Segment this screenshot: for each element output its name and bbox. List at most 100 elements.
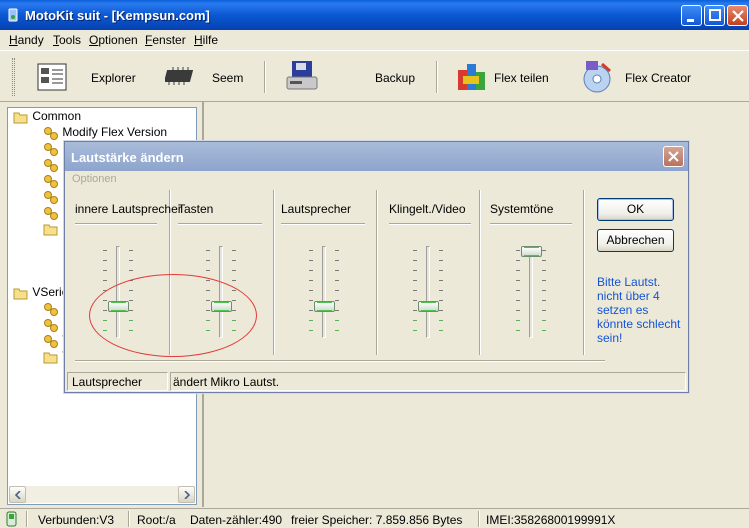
cancel-button[interactable]: Abbrechen (597, 229, 674, 252)
slider-tick (542, 290, 546, 291)
slider-tick (309, 260, 313, 261)
slider-tick (516, 310, 520, 311)
tree-node-common[interactable]: Common (13, 109, 81, 125)
menu-tools[interactable]: Tools (53, 33, 81, 47)
slider-tick (439, 320, 443, 321)
slider-tick (542, 310, 546, 311)
maximize-button[interactable] (704, 5, 725, 26)
menu-hilfe[interactable]: Hilfe (194, 33, 218, 47)
slider-track[interactable] (426, 246, 430, 338)
close-button[interactable] (727, 5, 748, 26)
status-root: Root:/a (137, 513, 176, 527)
volume-dialog: Lautstärke ändern Optionen innere Lautsp… (64, 141, 689, 393)
connection-icon (6, 511, 17, 527)
flex-share-icon[interactable] (455, 60, 489, 94)
chip-icon[interactable] (165, 63, 199, 89)
dialog-separator (75, 360, 605, 362)
slider-tick (516, 270, 520, 271)
slider-tick (103, 260, 107, 261)
slider-track[interactable] (322, 246, 326, 338)
slider-tick (335, 290, 339, 291)
scroll-left-button[interactable] (9, 486, 26, 503)
status-free-memory: freier Speicher: 7.859.856 Bytes (291, 513, 463, 527)
gears-icon (44, 174, 58, 188)
slider-tick (413, 300, 417, 301)
backup-label[interactable]: Backup (375, 71, 415, 85)
menu-optionen[interactable]: Optionen (89, 33, 138, 47)
slider-tick (413, 320, 417, 321)
slider-tick (516, 300, 520, 301)
seem-label[interactable]: Seem (212, 71, 243, 85)
flex-creator-label[interactable]: Flex Creator (625, 71, 691, 85)
slider-tick (232, 280, 236, 281)
slider-tick (413, 260, 417, 261)
slider-tick (335, 300, 339, 301)
menu-handy[interactable]: Handy (9, 33, 44, 47)
status-bar: Verbunden:V3 Root:/a Daten-zähler:490 fr… (0, 508, 749, 528)
slider-tick (335, 310, 339, 311)
slider-tick (439, 280, 443, 281)
tree-item-modify-flex[interactable]: Modify Flex Version (43, 125, 167, 141)
slider-tick (439, 260, 443, 261)
horizontal-scrollbar[interactable] (9, 486, 195, 503)
label-underline (281, 223, 365, 225)
flex-teilen-label[interactable]: Flex teilen (494, 71, 549, 85)
slider-thumb[interactable] (314, 301, 335, 312)
folder-icon (43, 224, 58, 236)
annotation-ellipse (89, 274, 257, 357)
close-icon (732, 10, 744, 22)
slider-thumb[interactable] (521, 246, 542, 257)
dialog-title-bar[interactable]: Lautstärke ändern (65, 142, 688, 171)
folder-icon (43, 352, 58, 364)
slider-tick (309, 300, 313, 301)
toolbar-separator-2 (436, 61, 438, 93)
slider-tick (335, 330, 339, 331)
explorer-label[interactable]: Explorer (91, 71, 136, 85)
slider-tick (232, 260, 236, 261)
flex-creator-icon[interactable] (580, 59, 614, 95)
warning-hint: Bitte Lautst. nicht über 4 setzen es kön… (597, 275, 681, 345)
slider-tick (103, 280, 107, 281)
slider-tick (129, 260, 133, 261)
gears-icon (44, 334, 58, 348)
slider-tick (309, 330, 313, 331)
slider-tick (413, 280, 417, 281)
slider-tick (309, 270, 313, 271)
slider-tick (439, 330, 443, 331)
slider-tick (335, 270, 339, 271)
slider-tick (309, 310, 313, 311)
tree-node-vseries[interactable]: VSerie (13, 285, 68, 301)
dialog-menu-optionen[interactable]: Optionen (72, 173, 117, 185)
chevron-left-icon (14, 491, 21, 499)
channel-label-system: Systemtöne (490, 202, 554, 216)
slider-tick (439, 310, 443, 311)
chevron-right-icon (184, 491, 191, 499)
folder-open-icon (13, 112, 28, 124)
slider-tick (103, 270, 107, 271)
slider-tick (516, 280, 520, 281)
slider-tick (542, 300, 546, 301)
dialog-status-bar: Lautsprecher ändert Mikro Lautst. (67, 372, 686, 391)
channel-label-keys: Tasten (178, 202, 214, 216)
slider-tick (439, 290, 443, 291)
gears-icon (44, 126, 58, 140)
toolbar-grip[interactable] (12, 58, 15, 96)
ok-button[interactable]: OK (597, 198, 674, 221)
slider-tick (542, 320, 546, 321)
dialog-close-button[interactable] (663, 146, 684, 167)
slider-tick (413, 310, 417, 311)
minimize-button[interactable] (681, 5, 702, 26)
gears-icon (44, 158, 58, 172)
slider-tick (232, 270, 236, 271)
backup-icon[interactable] (284, 59, 320, 93)
gears-icon (44, 302, 58, 316)
explorer-icon[interactable] (36, 61, 68, 93)
maximize-icon (709, 9, 721, 21)
gears-icon (44, 206, 58, 220)
menu-fenster[interactable]: Fenster (145, 33, 186, 47)
dialog-status-left: Lautsprecher (67, 372, 168, 391)
slider-thumb[interactable] (418, 301, 439, 312)
scroll-right-button[interactable] (178, 486, 195, 503)
slider-tick (309, 290, 313, 291)
slider-track[interactable] (529, 246, 533, 338)
